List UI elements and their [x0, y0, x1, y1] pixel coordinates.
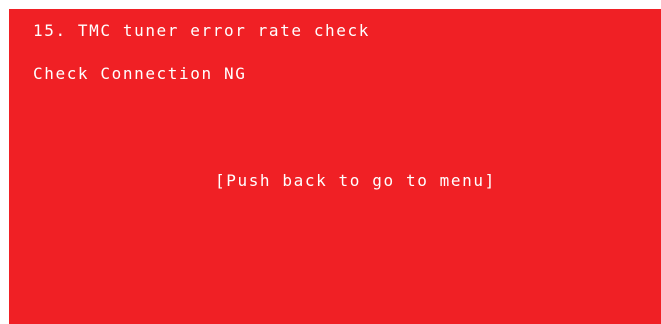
test-title: 15. TMC tuner error rate check [33, 21, 370, 40]
display-frame: 15. TMC tuner error rate check Check Con… [0, 0, 661, 324]
back-to-menu-hint: [Push back to go to menu] [215, 171, 496, 190]
diagnostic-screen: 15. TMC tuner error rate check Check Con… [9, 9, 661, 324]
connection-status: Check Connection NG [33, 64, 247, 83]
